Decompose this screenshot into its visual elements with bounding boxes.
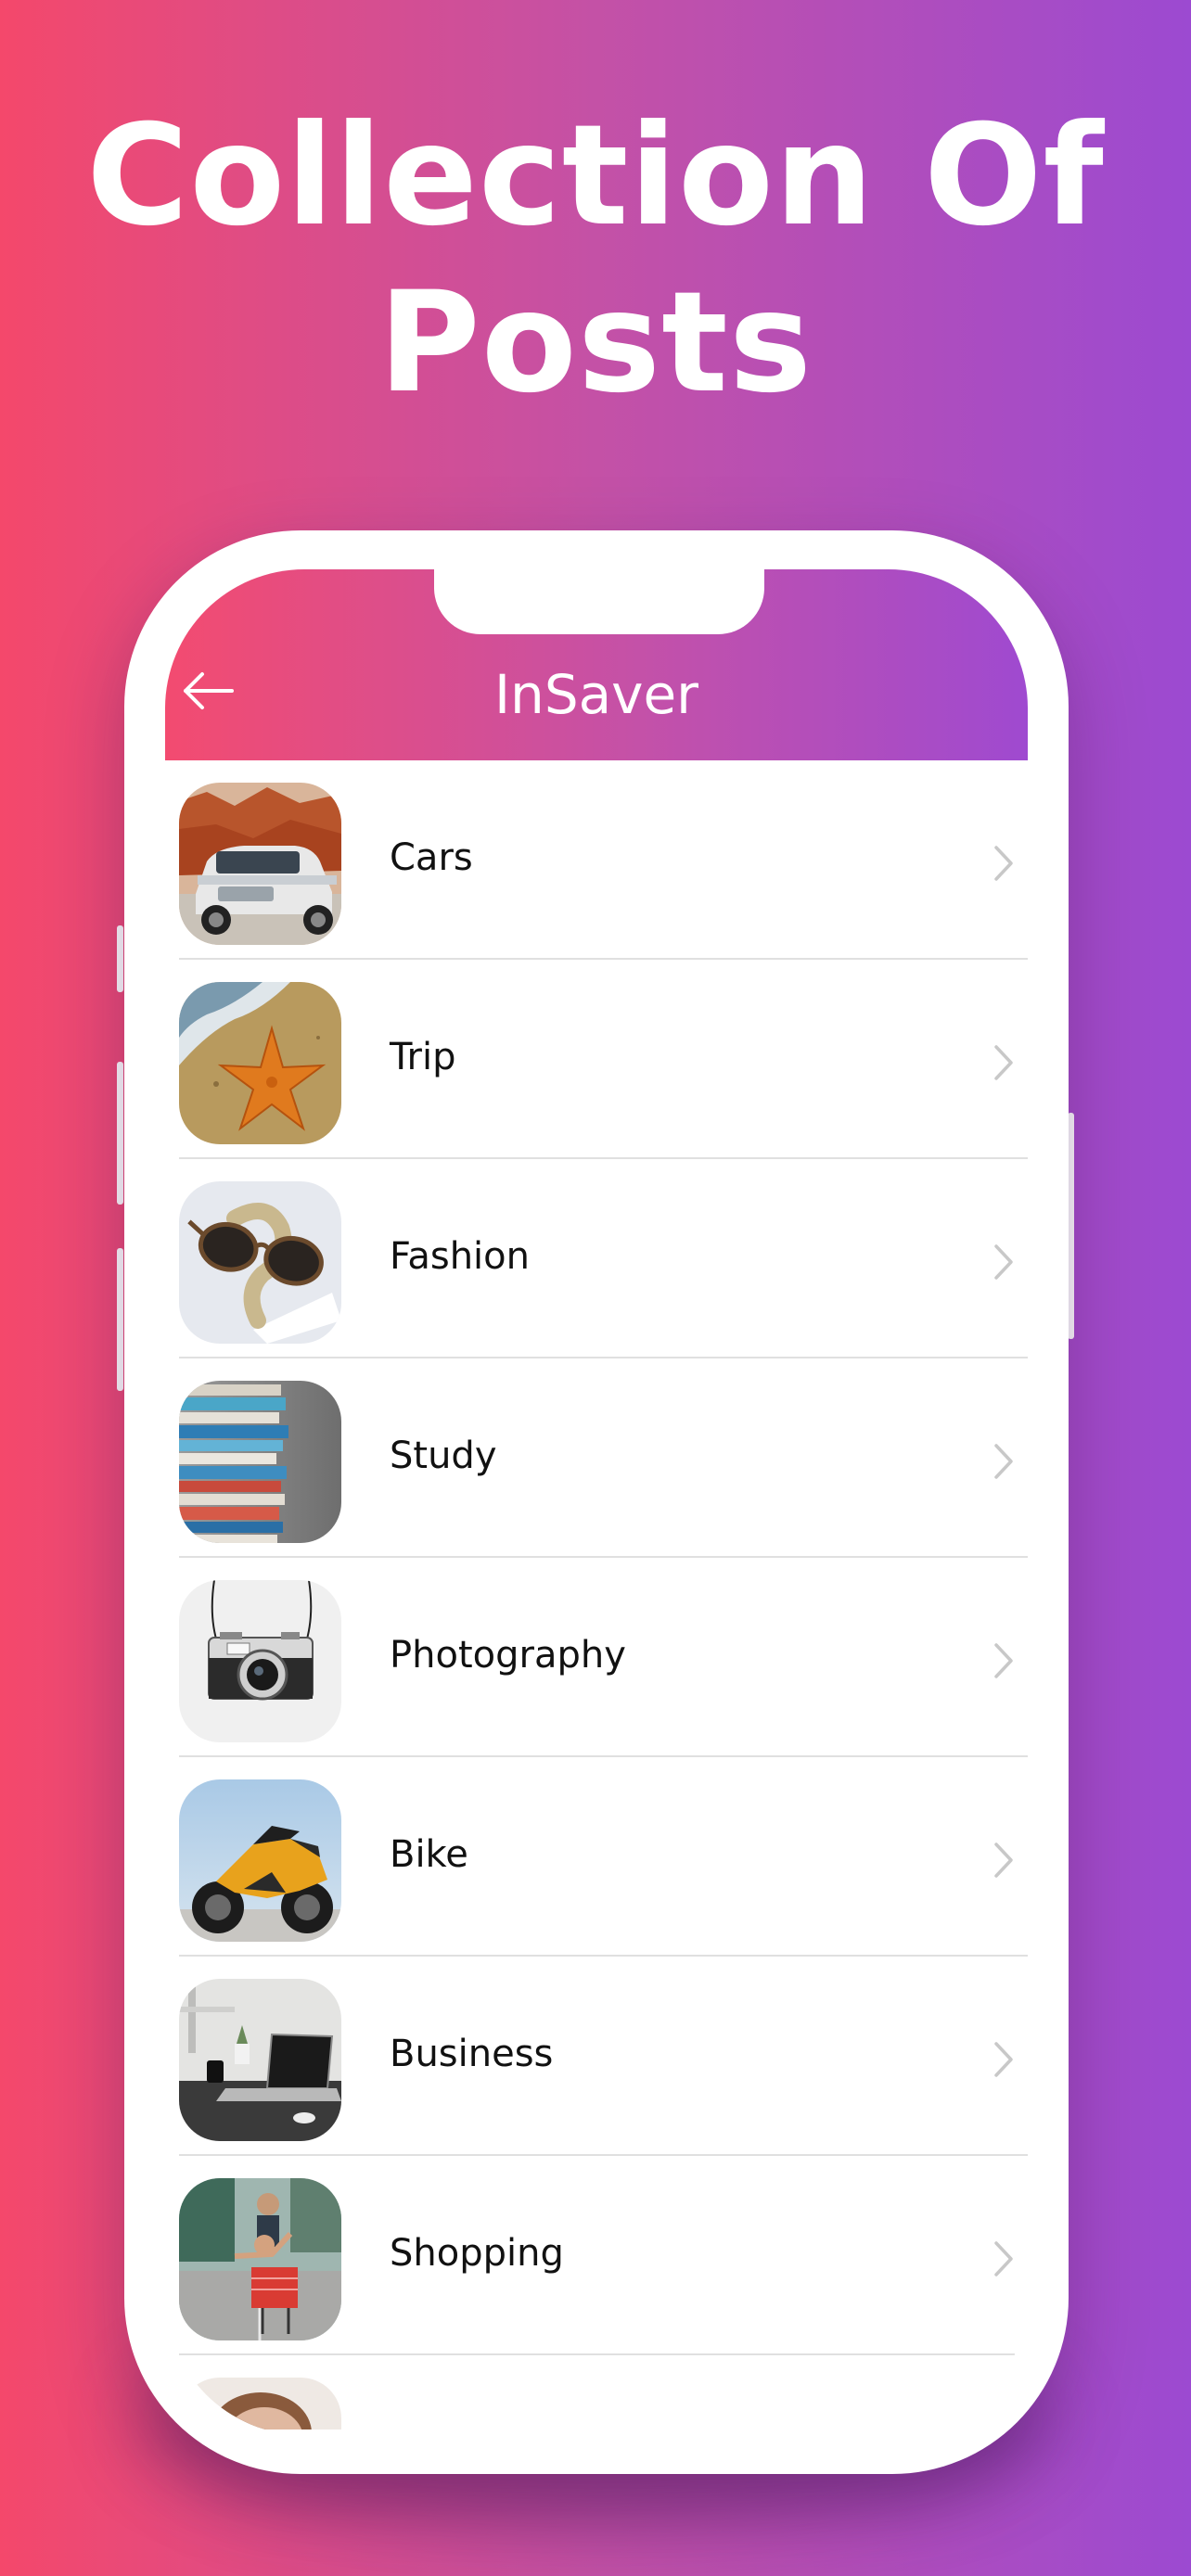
shopping-cart-thumbnail <box>179 2178 341 2340</box>
list-item-shopping[interactable]: Shopping <box>165 2156 1028 2355</box>
volume-down-button <box>117 1248 123 1391</box>
app-header: InSaver <box>165 569 1028 760</box>
list-item-label: Study <box>390 1435 497 1477</box>
laptop-thumbnail <box>179 1979 341 2141</box>
list-item-trip[interactable]: Trip <box>165 960 1028 1159</box>
camera-thumbnail <box>179 1580 341 1742</box>
category-list: Cars Trip Fashion Study Photography Bike… <box>165 760 1028 2429</box>
list-item-label: Business <box>390 2033 554 2075</box>
books-thumbnail <box>179 1381 341 1543</box>
chevron-right-icon <box>994 1444 1013 1479</box>
list-item-label: Fashion <box>390 1235 530 1278</box>
chevron-right-icon <box>994 1643 1013 1678</box>
promo-title-line-2: Posts <box>378 262 813 424</box>
chevron-right-icon <box>994 2241 1013 2276</box>
chevron-right-icon <box>994 1244 1013 1280</box>
list-item-label: Cars <box>390 836 473 879</box>
promo-title: Collection Of Posts <box>0 93 1191 427</box>
list-item-study[interactable]: Study <box>165 1358 1028 1558</box>
list-item-bike[interactable]: Bike <box>165 1757 1028 1957</box>
next-thumbnail <box>179 2378 341 2429</box>
list-item-cars[interactable]: Cars <box>165 760 1028 960</box>
phone-screen: InSaver Cars Trip Fashion Study Photogra… <box>165 569 1028 2435</box>
car-thumbnail <box>179 783 341 945</box>
starfish-thumbnail <box>179 982 341 1144</box>
list-item-photography[interactable]: Photography <box>165 1558 1028 1757</box>
list-item-fashion[interactable]: Fashion <box>165 1159 1028 1358</box>
phone-notch <box>434 569 764 634</box>
list-item-business[interactable]: Business <box>165 1957 1028 2156</box>
app-title: InSaver <box>493 663 699 726</box>
chevron-right-icon <box>994 2042 1013 2077</box>
volume-up-button <box>117 1062 123 1205</box>
sunglasses-thumbnail <box>179 1181 341 1344</box>
mute-switch <box>117 925 123 992</box>
phone-frame: InSaver Cars Trip Fashion Study Photogra… <box>124 530 1069 2474</box>
power-button <box>1068 1113 1074 1339</box>
chevron-right-icon <box>994 1843 1013 1878</box>
chevron-right-icon <box>994 846 1013 881</box>
list-item-partial[interactable] <box>165 2355 1028 2429</box>
list-item-label: Photography <box>390 1634 626 1677</box>
list-item-label: Bike <box>390 1833 468 1876</box>
motorbike-thumbnail <box>179 1779 341 1942</box>
list-item-label: Trip <box>390 1036 456 1078</box>
promo-title-line-1: Collection Of <box>86 96 1105 257</box>
chevron-right-icon <box>994 1045 1013 1080</box>
list-item-label: Shopping <box>390 2232 564 2275</box>
